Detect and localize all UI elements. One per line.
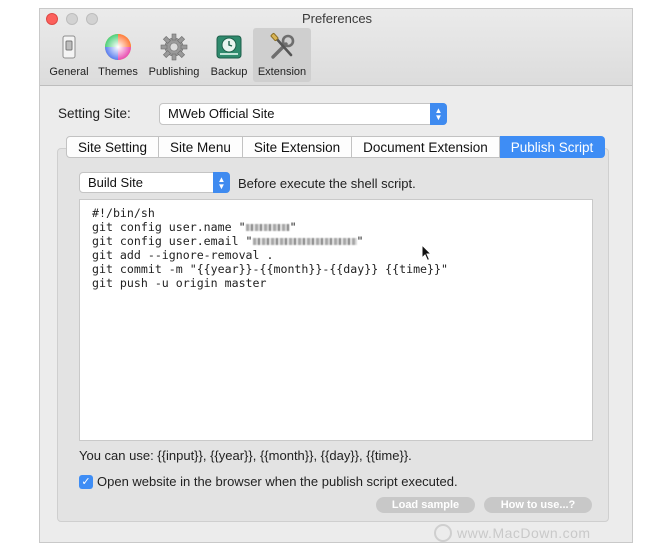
tab-bar: Site Setting Site Menu Site Extension Do… xyxy=(66,136,606,158)
watermark: www.MacDown.com xyxy=(434,524,591,542)
gear-icon xyxy=(160,33,188,61)
script-line: git push -u origin master xyxy=(92,276,267,290)
mouse-cursor-icon xyxy=(421,244,433,262)
tools-icon xyxy=(270,32,295,59)
script-trigger-hint: Before execute the shell script. xyxy=(238,176,416,191)
color-wheel-icon xyxy=(105,34,131,60)
tab-site-extension[interactable]: Site Extension xyxy=(242,136,353,158)
toolbar-publishing[interactable]: Publishing xyxy=(144,28,204,82)
open-website-label: Open website in the browser when the pub… xyxy=(97,474,458,489)
tab-publish-script[interactable]: Publish Script xyxy=(499,136,606,158)
toolbar-publishing-label: Publishing xyxy=(148,66,200,78)
toolbar-themes-label: Themes xyxy=(98,66,138,78)
select-stepper-icon: ▲ ▼ xyxy=(213,172,230,193)
script-line-user-email: git config user.email " " xyxy=(92,234,364,248)
script-line: #!/bin/sh xyxy=(92,206,155,220)
usage-hint: You can use: {{input}}, {{year}}, {{mont… xyxy=(79,448,412,463)
setting-site-label: Setting Site: xyxy=(58,106,131,121)
load-sample-button[interactable]: Load sample xyxy=(376,497,475,513)
time-machine-icon xyxy=(216,35,242,59)
title-bar: Preferences General Themes Publishing Ba… xyxy=(40,9,632,86)
window-title: Preferences xyxy=(301,11,373,26)
script-line: git add --ignore-removal . xyxy=(92,248,274,262)
watermark-logo-icon xyxy=(434,524,452,542)
toolbar-general-label: General xyxy=(49,66,89,78)
redacted-email xyxy=(252,238,357,245)
toolbar-themes[interactable]: Themes xyxy=(95,28,141,82)
open-website-checkbox[interactable]: ✓ xyxy=(79,474,93,489)
setting-site-select[interactable]: MWeb Official Site ▲ ▼ xyxy=(159,103,447,125)
watermark-text: www.MacDown.com xyxy=(457,525,591,541)
select-stepper-icon: ▲ ▼ xyxy=(430,103,447,125)
script-editor[interactable]: #!/bin/sh git config user.name " " git conf… xyxy=(79,199,593,441)
script-line-user-name: git config user.name " " xyxy=(92,220,297,234)
tab-site-menu[interactable]: Site Menu xyxy=(159,136,243,158)
script-trigger-value: Build Site xyxy=(88,175,143,190)
open-website-option: ✓ Open website in the browser when the p… xyxy=(79,474,458,489)
tab-site-setting[interactable]: Site Setting xyxy=(66,136,160,158)
script-trigger-select[interactable]: Build Site ▲ ▼ xyxy=(79,172,230,193)
toolbar-general[interactable]: General xyxy=(46,28,92,82)
redacted-name xyxy=(245,224,290,231)
general-switch-icon xyxy=(62,35,76,59)
how-to-use-button[interactable]: How to use...? xyxy=(484,497,592,513)
script-line: git commit -m "{{year}}-{{month}}-{{day}… xyxy=(92,262,448,276)
toolbar-backup-label: Backup xyxy=(210,66,248,78)
setting-site-value: MWeb Official Site xyxy=(168,106,275,121)
toolbar-backup[interactable]: Backup xyxy=(207,28,251,82)
script-line-text: git config user.email " xyxy=(92,234,253,248)
script-line-text: git config user.name " xyxy=(92,220,246,234)
toolbar-extension[interactable]: Extension xyxy=(253,28,311,82)
toolbar-extension-label: Extension xyxy=(257,66,307,78)
tab-document-extension[interactable]: Document Extension xyxy=(352,136,500,158)
